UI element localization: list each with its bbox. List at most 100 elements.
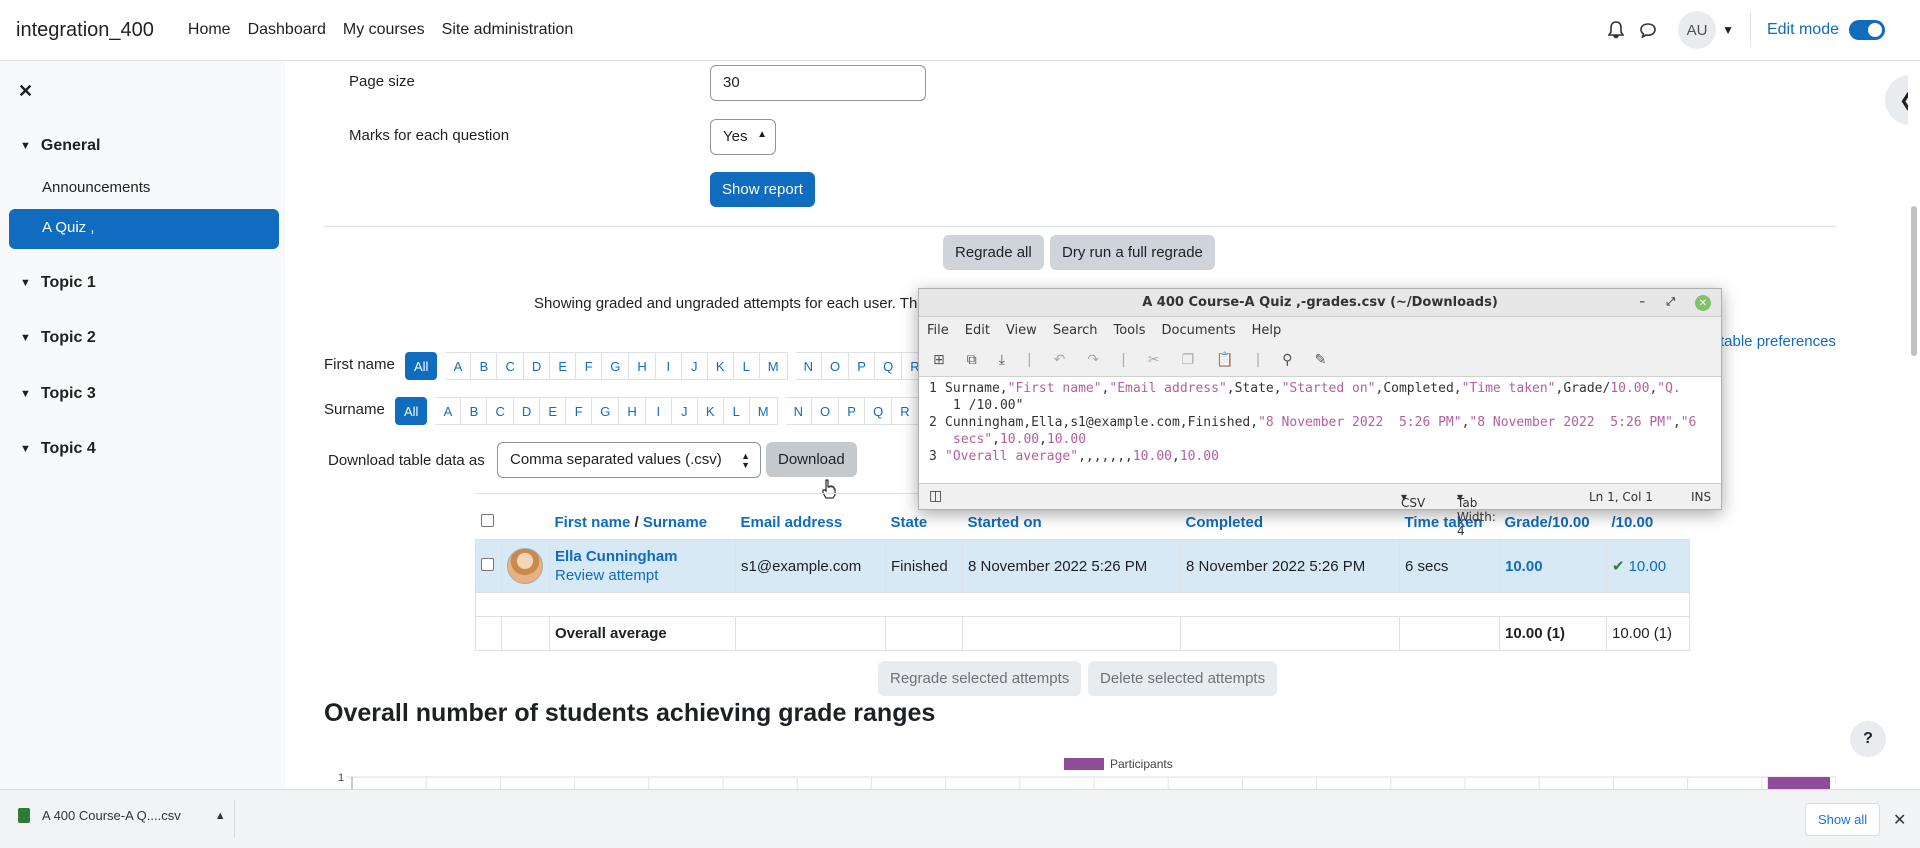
sort-q1-header[interactable]: /10.00	[1606, 506, 1690, 540]
initial-i[interactable]: I	[645, 397, 672, 425]
initial-r[interactable]: R	[892, 397, 919, 425]
close-drawer-icon[interactable]: ✕	[18, 81, 33, 102]
minimize-icon[interactable]: –	[1640, 295, 1646, 308]
bell-icon[interactable]	[1604, 18, 1628, 42]
initial-m[interactable]: M	[759, 352, 788, 380]
sort-first-name-link[interactable]: First name	[555, 514, 631, 531]
initial-p[interactable]: P	[839, 397, 866, 425]
q1-grade-link[interactable]: 10.00	[1629, 558, 1667, 575]
initial-i[interactable]: I	[655, 352, 682, 380]
copy-icon[interactable]: ❐	[1182, 352, 1195, 368]
review-attempt-link[interactable]: Review attempt	[555, 567, 730, 584]
initial-e[interactable]: E	[550, 352, 577, 380]
menu-help[interactable]: Help	[1252, 323, 1282, 338]
row-checkbox[interactable]	[481, 557, 494, 571]
page-size-input[interactable]: 30	[710, 65, 926, 101]
menu-documents[interactable]: Documents	[1162, 323, 1236, 338]
download-format-select[interactable]: Comma separated values (.csv) ▲ ▼	[497, 442, 761, 478]
section-topic-2[interactable]: ▼ Topic 2	[20, 329, 96, 347]
show-all-button[interactable]: Show all	[1805, 803, 1881, 836]
cut-icon[interactable]: ✂	[1148, 352, 1160, 368]
replace-icon[interactable]: ✎	[1315, 352, 1327, 368]
initial-q[interactable]: Q	[875, 352, 903, 380]
initial-h[interactable]: H	[629, 352, 656, 380]
user-name-link[interactable]: Ella Cunningham	[555, 548, 730, 565]
help-button[interactable]: ?	[1850, 721, 1886, 757]
menu-tools[interactable]: Tools	[1113, 323, 1145, 338]
regrade-all-button[interactable]: Regrade all	[943, 235, 1044, 270]
initial-e[interactable]: E	[540, 397, 567, 425]
sort-grade-header[interactable]: Grade/10.00	[1499, 506, 1607, 540]
chevron-up-icon[interactable]: ▲	[215, 810, 226, 822]
initial-j[interactable]: J	[671, 397, 698, 425]
find-icon[interactable]: ⚲	[1282, 352, 1292, 368]
initial-b[interactable]: B	[461, 397, 488, 425]
undo-icon[interactable]: ↶	[1054, 352, 1066, 368]
show-report-button[interactable]: Show report	[710, 172, 815, 207]
page-scrollbar[interactable]	[1908, 61, 1920, 789]
initial-k[interactable]: K	[697, 397, 724, 425]
paste-icon[interactable]: 📋	[1216, 352, 1233, 368]
close-icon[interactable]: ✕	[1695, 295, 1711, 311]
editor-titlebar[interactable]: A 400 Course-A Quiz ,-grades.csv (~/Down…	[919, 289, 1721, 317]
initial-a[interactable]: A	[435, 397, 462, 425]
chevron-down-icon[interactable]: ▼	[1722, 23, 1734, 37]
initial-l[interactable]: L	[733, 352, 760, 380]
menu-file[interactable]: File	[927, 323, 949, 338]
initial-f[interactable]: F	[576, 352, 603, 380]
drawer-item-quiz-active[interactable]: A Quiz ,	[9, 209, 279, 249]
initial-f[interactable]: F	[566, 397, 593, 425]
initial-n[interactable]: N	[785, 397, 812, 425]
initial-all[interactable]: All	[395, 397, 428, 425]
section-topic-1[interactable]: ▼ Topic 1	[20, 274, 96, 292]
nav-home[interactable]: Home	[188, 21, 231, 39]
initial-l[interactable]: L	[723, 397, 750, 425]
download-button[interactable]: Download	[766, 442, 857, 477]
close-icon[interactable]: ✕	[1893, 810, 1906, 830]
marks-select[interactable]: Yes ▲	[710, 119, 776, 155]
initial-a[interactable]: A	[445, 352, 472, 380]
user-avatar-initials[interactable]: AU	[1678, 11, 1717, 49]
initial-g[interactable]: G	[602, 352, 630, 380]
initial-o[interactable]: O	[811, 397, 840, 425]
section-general[interactable]: ▼ General	[20, 137, 100, 155]
initial-h[interactable]: H	[619, 397, 646, 425]
user-avatar[interactable]	[507, 548, 543, 584]
initial-k[interactable]: K	[707, 352, 734, 380]
chevron-down-icon[interactable]: ▼	[20, 332, 31, 344]
chevron-down-icon[interactable]: ▼	[20, 388, 31, 400]
nav-site-administration[interactable]: Site administration	[442, 21, 574, 39]
dry-run-regrade-button[interactable]: Dry run a full regrade	[1050, 235, 1215, 270]
chevron-down-icon[interactable]: ▼	[20, 140, 31, 152]
menu-view[interactable]: View	[1006, 323, 1037, 338]
grade-link[interactable]: 10.00	[1505, 558, 1543, 575]
menu-search[interactable]: Search	[1053, 323, 1098, 338]
sort-email-header[interactable]: Email address	[735, 506, 886, 540]
maximize-icon[interactable]: ⤢	[1666, 295, 1675, 309]
save-icon[interactable]: ⤓	[999, 352, 1005, 368]
scrollbar-thumb[interactable]	[1911, 206, 1917, 356]
menu-edit[interactable]: Edit	[965, 323, 990, 338]
chevron-down-icon[interactable]: ▼	[20, 443, 31, 455]
sort-completed-header[interactable]: Completed	[1180, 506, 1400, 540]
editor-text-area[interactable]: 1 Surname,"First name","Email address",S…	[919, 377, 1721, 463]
section-topic-3[interactable]: ▼ Topic 3	[20, 385, 96, 403]
drawer-item-announcements[interactable]: Announcements	[42, 179, 150, 196]
site-brand[interactable]: integration_400	[16, 19, 154, 42]
open-document-icon[interactable]: ⧉	[967, 352, 977, 368]
redo-icon[interactable]: ↷	[1087, 352, 1099, 368]
regrade-selected-button[interactable]: Regrade selected attempts	[878, 661, 1082, 696]
initial-m[interactable]: M	[749, 397, 778, 425]
select-all-checkbox[interactable]	[480, 514, 494, 527]
initial-o[interactable]: O	[821, 352, 850, 380]
nav-my-courses[interactable]: My courses	[343, 21, 425, 39]
table-preferences-link[interactable]: table preferences	[1720, 333, 1836, 350]
initial-p[interactable]: P	[849, 352, 876, 380]
edit-mode-toggle[interactable]	[1849, 20, 1885, 40]
new-document-icon[interactable]: ⊞	[933, 352, 945, 368]
sort-state-header[interactable]: State	[885, 506, 963, 540]
initial-d[interactable]: D	[523, 352, 551, 380]
initial-n[interactable]: N	[795, 352, 822, 380]
chevron-down-icon[interactable]: ▼	[20, 277, 31, 289]
initial-q[interactable]: Q	[865, 397, 893, 425]
